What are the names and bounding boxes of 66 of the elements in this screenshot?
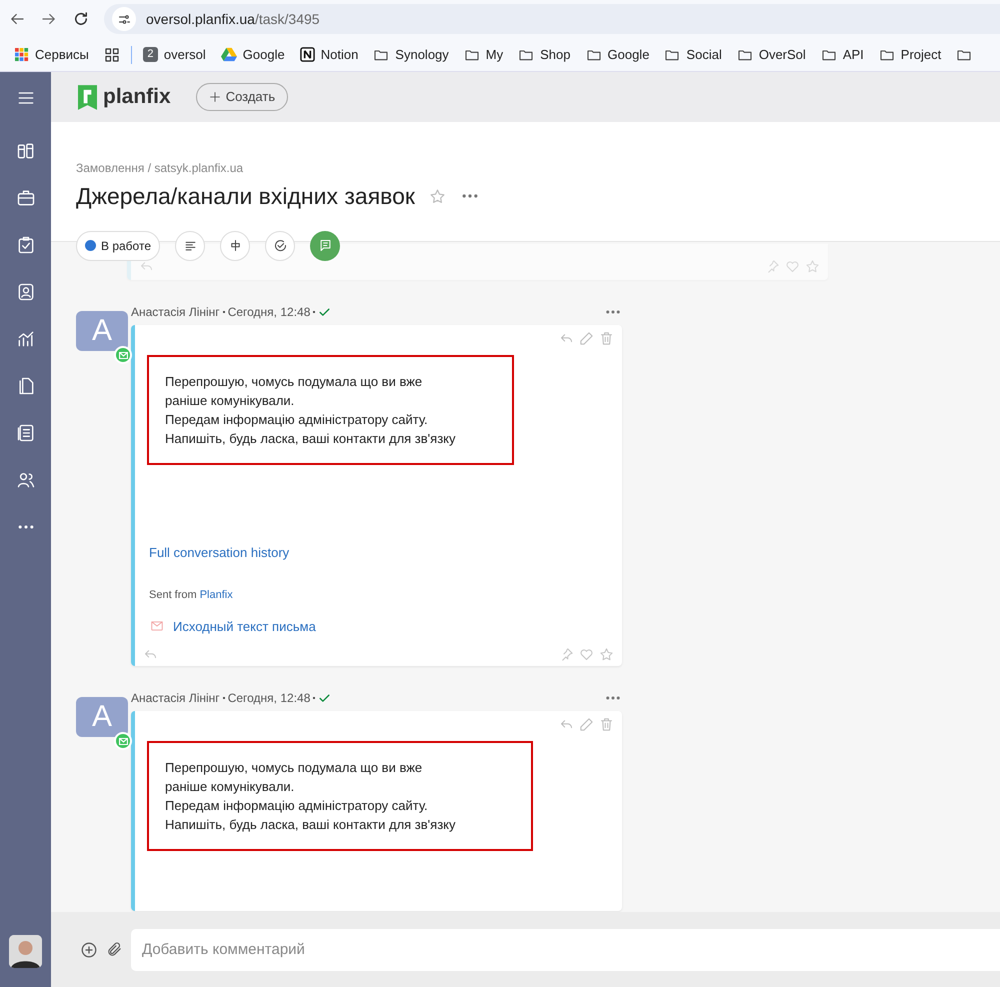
drive-icon [220, 47, 237, 62]
avatar: A [76, 311, 128, 351]
briefcase-icon[interactable] [16, 188, 36, 208]
checklist-button[interactable] [265, 230, 296, 260]
comment-icon [318, 238, 333, 253]
message-text: раніше комунікували. [165, 392, 296, 410]
paperclip-icon[interactable] [106, 941, 123, 958]
message-text: Передам інформацію адміністратору сайту. [165, 797, 429, 815]
conversation-history-link[interactable]: Full conversation history [149, 545, 290, 560]
message-time: Сегодня, 12:48 [228, 304, 310, 321]
description-button[interactable] [175, 230, 206, 260]
people-icon[interactable] [16, 470, 36, 490]
status-button[interactable]: В работе [76, 230, 160, 260]
create-button[interactable]: Создать [196, 83, 288, 111]
message-text: Перепрошую, чомусь подумала що ви вже [165, 373, 424, 391]
contact-card-icon[interactable] [16, 282, 36, 302]
grid-icon[interactable] [102, 46, 121, 64]
bookmark[interactable]: My [456, 42, 510, 66]
message-text: Напишіть, будь ласка, ваші контакти для зв'язку [165, 816, 456, 834]
author-name[interactable]: Анастасія Лінінг [131, 303, 220, 321]
source-text-link[interactable]: Исходный текст письма [173, 616, 316, 636]
bookmark[interactable]: Social [657, 42, 729, 66]
star-icon[interactable] [428, 188, 446, 205]
bookmark[interactable]: API [814, 42, 871, 66]
bookmark[interactable]: Сервисы [8, 42, 96, 66]
avatar: A [76, 697, 128, 737]
message-time: Сегодня, 12:48 [228, 690, 310, 707]
add-icon[interactable] [80, 940, 98, 958]
star-icon[interactable] [599, 646, 614, 662]
plus-icon [208, 91, 221, 103]
columns-icon[interactable] [16, 141, 36, 161]
sent-from-label: Sent from [149, 588, 197, 603]
url-text: oversol.planfix.ua/task/3495 [146, 10, 320, 29]
bookmark[interactable]: Google [214, 42, 292, 66]
bookmark[interactable]: 2 oversol [136, 42, 213, 66]
star-icon[interactable] [805, 258, 820, 274]
user-avatar[interactable] [9, 935, 42, 968]
chart-icon[interactable] [16, 329, 36, 349]
planfix-logo-icon [78, 84, 97, 110]
notion-logo-icon [300, 47, 315, 62]
message-text: Напишіть, будь ласка, ваші контакти для зв'язку [165, 430, 456, 448]
address-bar[interactable]: oversol.planfix.ua/task/3495 [104, 4, 1000, 34]
bookmark[interactable]: Google [578, 42, 656, 66]
planfix-link[interactable]: Planfix [200, 587, 233, 604]
comment-field[interactable]: Добавить комментарий [131, 928, 1000, 970]
bookmark[interactable]: Project [872, 42, 948, 66]
logo-text: planfix [103, 84, 171, 110]
bookmark[interactable]: OverSol [730, 42, 813, 66]
task-title: Джерела/канали вхідних заявок [76, 182, 415, 211]
author-name[interactable]: Анастасія Лінінг [131, 689, 220, 707]
bookmark[interactable]: Notion [292, 42, 366, 66]
fields-button[interactable] [220, 230, 250, 260]
clipboard-check-icon[interactable] [16, 235, 36, 255]
envelope-icon [149, 619, 165, 634]
message-text: Перепрошую, чомусь подумала що ви вже [165, 759, 424, 777]
check-icon [318, 692, 332, 704]
breadcrumb[interactable]: Замовлення / satsyk.planfix.ua [76, 159, 975, 177]
bookmark[interactable]: Synology [366, 42, 456, 66]
reload-icon[interactable] [72, 10, 90, 28]
message-text: раніше комунікували. [165, 778, 296, 796]
apps-grid-icon [15, 48, 29, 62]
check-icon [318, 306, 332, 318]
message-text: Передам інформацію адміністратору сайту. [165, 411, 429, 429]
bookmark[interactable]: Shop [511, 42, 578, 66]
list-icon[interactable] [16, 423, 36, 443]
comments-button[interactable] [310, 230, 340, 260]
